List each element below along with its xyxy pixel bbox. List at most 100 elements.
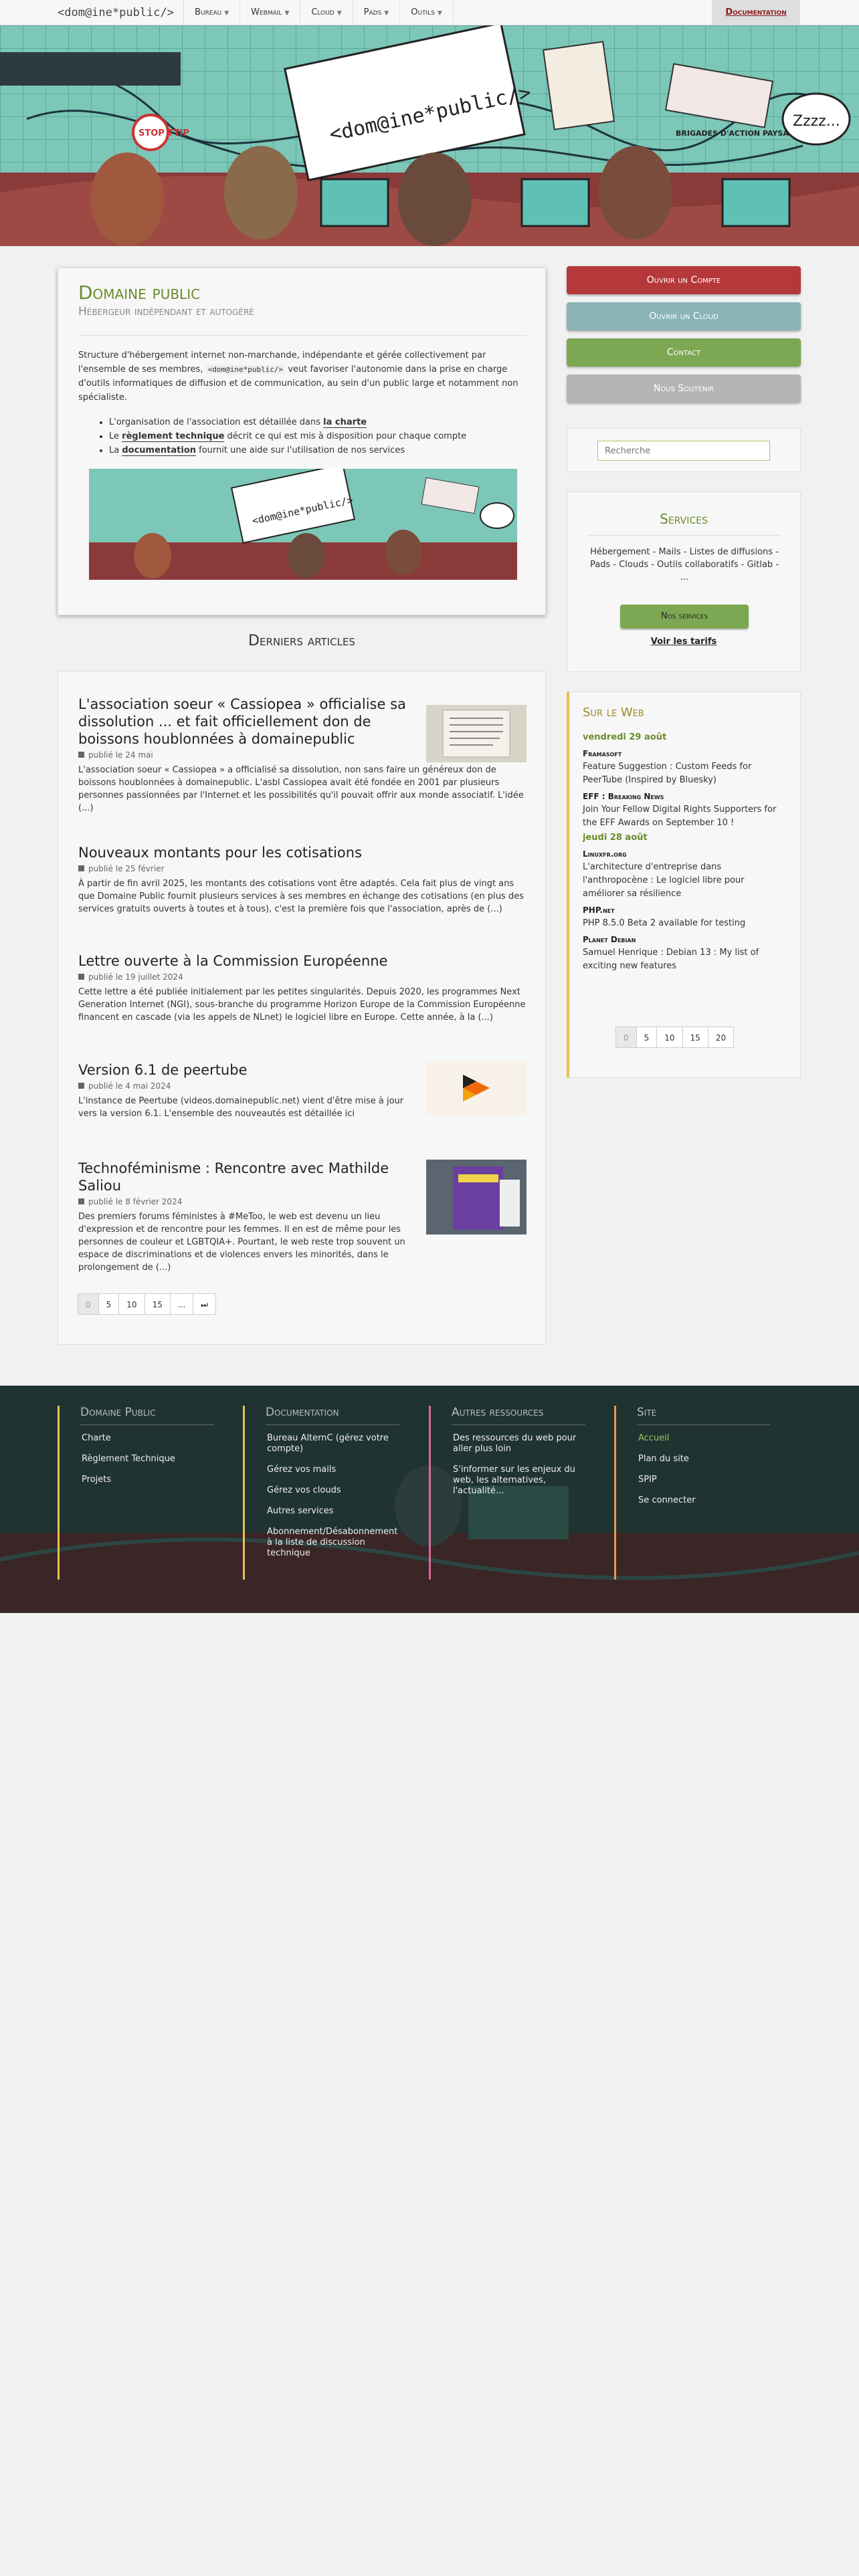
book-thumb: [426, 1160, 527, 1235]
footer-link[interactable]: Bureau AlternC (gérez votre compte): [267, 1433, 401, 1455]
footer-link[interactable]: Autres services: [267, 1506, 401, 1517]
article-date: publié le 24 mai: [78, 750, 413, 760]
footer-link[interactable]: Gérez vos mails: [267, 1465, 401, 1475]
reglement-link[interactable]: règlement technique: [122, 431, 225, 442]
article-item: Nouveaux montants pour les cotisations p…: [78, 844, 527, 916]
page-5[interactable]: 5: [98, 1293, 120, 1315]
footer-link[interactable]: Plan du site: [638, 1454, 772, 1465]
top-navbar: <dom@ine*public/> Bureau ▼ Webmail ▼ Cloud…: [0, 0, 859, 25]
footer-col-resources: Autres ressources Des ressources du web …: [429, 1406, 603, 1580]
list-item-pre: Le: [109, 431, 122, 441]
feed-day: jeudi 28 août: [583, 833, 648, 843]
article-thumbnail[interactable]: [426, 1160, 527, 1235]
feed-item-link[interactable]: Samuel Henrique : Debian 13 : My list of…: [583, 946, 783, 973]
feed-source: Framasoft: [583, 749, 622, 758]
search-panel: [567, 428, 801, 472]
nav-documentation[interactable]: Documentation: [712, 0, 800, 25]
footer-col-accent: [58, 1406, 60, 1580]
services-button[interactable]: Nos services: [620, 605, 749, 629]
article-title[interactable]: Lettre ouverte à la Commission Européenn…: [78, 952, 527, 970]
feed-item-link[interactable]: Feature Suggestion : Custom Feeds for Pe…: [583, 760, 783, 787]
article-title[interactable]: L'association soeur « Cassiopea » offici…: [78, 695, 413, 748]
contact-button[interactable]: Contact: [567, 338, 801, 366]
article-title[interactable]: Technoféminisme : Rencontre avec Mathild…: [78, 1160, 413, 1194]
support-button[interactable]: Nous Soutenir: [567, 374, 801, 403]
footer-link[interactable]: Charte: [82, 1433, 215, 1444]
article-excerpt: À partir de fin avril 2025, les montants…: [78, 879, 524, 914]
page-5[interactable]: 5: [636, 1027, 658, 1048]
footer-link[interactable]: S'informer sur les enjeux du web, les al…: [453, 1465, 587, 1497]
page-20[interactable]: 20: [707, 1027, 735, 1048]
article-date: publié le 8 février 2024: [78, 1197, 413, 1206]
hero-stop-text: STOP TTIP: [138, 128, 189, 138]
article-title[interactable]: Nouveaux montants pour les cotisations: [78, 844, 527, 861]
chevron-down-icon: ▼: [224, 10, 229, 17]
page-15[interactable]: 15: [144, 1293, 171, 1315]
footer-link[interactable]: SPIP: [638, 1475, 772, 1485]
footer-col-title: Documentation: [266, 1406, 399, 1425]
feed-item-link[interactable]: Join Your Fellow Digital Rights Supporte…: [583, 803, 783, 830]
article-date: publié le 19 juillet 2024: [78, 972, 527, 982]
footer-link[interactable]: Abonnement/Désabonnement à la liste de d…: [267, 1527, 401, 1559]
open-cloud-button[interactable]: Ouvrir un Cloud: [567, 302, 801, 330]
list-item-post: fournit une aide sur l'utilisation de no…: [196, 445, 405, 455]
charte-link[interactable]: la charte: [323, 417, 367, 428]
document-thumb: [442, 710, 510, 758]
nav-cloud[interactable]: Cloud ▼: [300, 0, 353, 25]
feed-source: PHP.net: [583, 905, 615, 915]
footer-col-accent: [243, 1406, 245, 1580]
open-account-button[interactable]: Ouvrir un Compte: [567, 266, 801, 294]
site-title: Domaine public: [78, 282, 201, 304]
footer-link[interactable]: Des ressources du web pour aller plus lo…: [453, 1433, 587, 1455]
divider: [587, 535, 781, 536]
page-10[interactable]: 10: [656, 1027, 683, 1048]
footer-col-accent: [429, 1406, 431, 1580]
nav-pads[interactable]: Pads ▼: [353, 0, 401, 25]
nav-webmail[interactable]: Webmail ▼: [240, 0, 301, 25]
list-item-pre: L'organisation de l'association est déta…: [109, 417, 324, 427]
last-page-icon[interactable]: ⏭: [193, 1293, 217, 1315]
nav-pads-label: Pads: [363, 7, 382, 17]
list-item: Le règlement technique décrit ce qui est…: [109, 429, 466, 443]
web-feed-pagination: 0 5 10 15 20: [615, 1027, 735, 1048]
web-feed-panel: Sur le Web vendredi 29 août Framasoft Fe…: [567, 691, 801, 1078]
hero-zzz-text: Zzzz...: [793, 113, 840, 130]
web-feed-title: Sur le Web: [583, 706, 644, 720]
footer-col-title: Site: [637, 1406, 771, 1425]
pricing-link[interactable]: Voir les tarifs: [567, 637, 800, 647]
list-item-pre: La: [109, 445, 122, 455]
search-input[interactable]: [597, 441, 770, 461]
site-logo[interactable]: <dom@ine*public/>: [58, 0, 184, 25]
footer-link-home[interactable]: Accueil: [638, 1433, 772, 1444]
article-date: publié le 25 février: [78, 864, 527, 873]
documentation-link[interactable]: documentation: [122, 445, 197, 456]
nav-outils[interactable]: Outils ▼: [400, 0, 454, 25]
feed-item-link[interactable]: PHP 8.5.0 Beta 2 available for testing: [583, 917, 783, 930]
web-feed-list: vendredi 29 août Framasoft Feature Sugge…: [583, 730, 783, 973]
article-thumbnail[interactable]: [426, 705, 527, 762]
footer-link[interactable]: Règlement Technique: [82, 1454, 215, 1465]
feed-item-link[interactable]: L'architecture d'entreprise dans l'anthr…: [583, 861, 783, 901]
article-excerpt: Cette lettre a été publiée initialement …: [78, 987, 526, 1023]
page-15[interactable]: 15: [682, 1027, 708, 1048]
article-title[interactable]: Version 6.1 de peertube: [78, 1061, 413, 1079]
hero-illustration: <dom@ine*public/> STOP TTIP BRIGADES D'A…: [0, 25, 859, 246]
footer-col-title: Autres ressources: [452, 1406, 585, 1425]
article-excerpt: Des premiers forums féministes à #MeToo,…: [78, 1212, 405, 1273]
services-title: Services: [660, 511, 708, 527]
nav-bureau[interactable]: Bureau ▼: [184, 0, 241, 25]
divider: [78, 335, 527, 336]
article-item: Version 6.1 de peertube publié le 4 mai …: [78, 1061, 527, 1120]
footer-col-site: Site Accueil Plan du site SPIP Se connec…: [614, 1406, 788, 1580]
footer-col-domaine-public: Domaine Public Charte Règlement Techniqu…: [58, 1406, 231, 1580]
list-item-post: décrit ce qui est mis à disposition pour…: [224, 431, 467, 441]
footer-link[interactable]: Se connecter: [638, 1495, 772, 1506]
footer-link[interactable]: Gérez vos clouds: [267, 1485, 401, 1496]
footer-link[interactable]: Projets: [82, 1475, 215, 1485]
list-item: La documentation fournit une aide sur l'…: [109, 443, 466, 457]
article-excerpt: L'association soeur « Cassiopea » a offi…: [78, 765, 524, 813]
chevron-down-icon: ▼: [384, 10, 389, 17]
footer-col-title: Domaine Public: [80, 1406, 214, 1425]
article-thumbnail[interactable]: [426, 1061, 527, 1115]
page-10[interactable]: 10: [118, 1293, 145, 1315]
